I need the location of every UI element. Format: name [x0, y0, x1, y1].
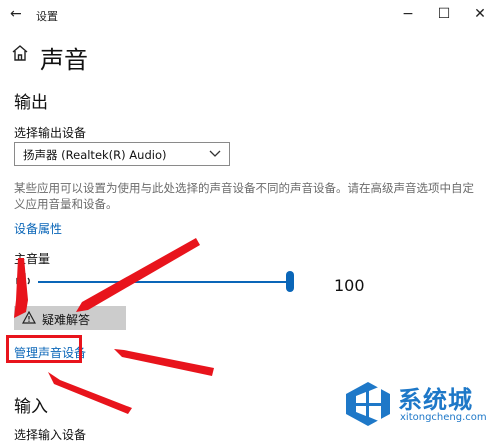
back-arrow-icon[interactable]: ← [10, 6, 22, 22]
highlight-box [6, 335, 82, 363]
maximize-icon[interactable]: ☐ [426, 4, 462, 24]
output-heading: 输出 [14, 93, 48, 113]
output-description: 某些应用可以设置为使用与此处选择的声音设备不同的声音设备。请在高级声音选项中自定… [14, 181, 474, 211]
title-bar: ← 设置 − ☐ ✕ [0, 0, 500, 30]
speaker-icon[interactable] [15, 273, 35, 289]
chevron-down-icon [209, 150, 221, 157]
page-title: 声音 [40, 46, 88, 74]
device-properties-link[interactable]: 设备属性 [14, 220, 62, 237]
troubleshoot-button[interactable]: 疑难解答 [14, 306, 126, 330]
output-device-value: 扬声器 (Realtek(R) Audio) [23, 148, 167, 162]
watermark-text: 系统城 [398, 386, 473, 414]
volume-slider-thumb[interactable] [286, 271, 294, 292]
volume-value: 100 [334, 276, 365, 295]
master-volume-label: 主音量 [14, 252, 51, 266]
watermark-url: xitongcheng.com [400, 412, 487, 423]
xitongcheng-logo-icon [346, 382, 390, 426]
input-heading: 输入 [14, 397, 48, 417]
annotation-arrow [48, 372, 132, 414]
watermark: 系统城 xitongcheng.com [344, 378, 496, 432]
volume-slider-track[interactable] [38, 281, 292, 283]
minimize-icon[interactable]: − [390, 4, 426, 24]
output-device-dropdown[interactable]: 扬声器 (Realtek(R) Audio) [14, 142, 230, 166]
window-title: 设置 [36, 10, 58, 23]
annotation-arrow [76, 238, 200, 312]
warning-icon [22, 311, 36, 324]
home-icon[interactable] [12, 44, 28, 62]
input-device-label: 选择输入设备 [14, 428, 87, 442]
troubleshoot-label: 疑难解答 [42, 313, 91, 327]
close-icon[interactable]: ✕ [462, 4, 498, 24]
annotation-arrow [114, 349, 214, 376]
output-device-label: 选择输出设备 [14, 126, 87, 140]
